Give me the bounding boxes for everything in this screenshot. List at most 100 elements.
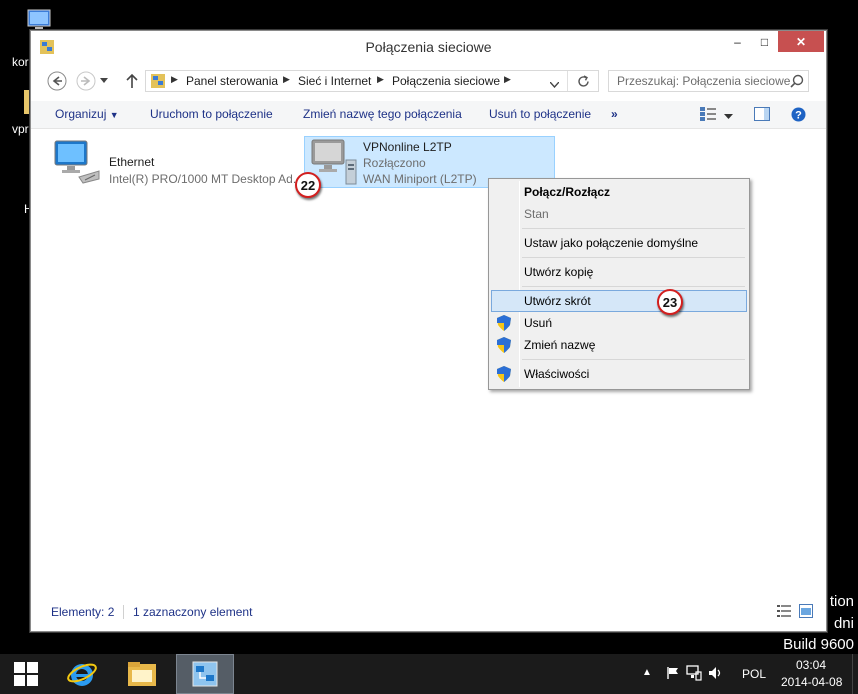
menu-label: Właściwości <box>524 367 590 381</box>
menu-item-status[interactable]: Stan <box>491 203 747 225</box>
view-dropdown-button[interactable] <box>724 109 733 123</box>
taskbar-file-explorer[interactable] <box>116 654 168 694</box>
up-button[interactable] <box>122 71 142 91</box>
menu-label: Zmień nazwę <box>524 338 596 352</box>
breadcrumb-separator-icon[interactable]: ▶ <box>171 74 178 85</box>
breadcrumb-network-internet[interactable]: Sieć i Internet <box>298 74 371 88</box>
taskbar-internet-explorer[interactable] <box>56 654 108 694</box>
menu-item-set-default[interactable]: Ustaw jako połączenie domyślne <box>491 232 747 254</box>
status-separator <box>123 605 124 619</box>
maximize-button[interactable]: □ <box>751 31 778 52</box>
taskbar-network-connections[interactable] <box>176 654 234 694</box>
search-icon[interactable] <box>790 74 804 91</box>
refresh-icon <box>578 74 589 87</box>
breadcrumb-network-connections[interactable]: Połączenia sieciowe <box>392 74 500 88</box>
desktop-label-2: vpr <box>12 122 29 136</box>
close-icon: ✕ <box>795 34 807 49</box>
taskbar: ▲ POL 03:04 2014-04-08 <box>0 654 858 694</box>
organize-button[interactable]: Organizuj ▼ <box>55 107 119 121</box>
internet-explorer-icon <box>67 663 97 686</box>
title-bar[interactable]: Połączenia sieciowe – □ ✕ <box>31 31 826 61</box>
menu-item-properties[interactable]: Właściwości <box>491 363 747 385</box>
watermark-line-1: tion <box>829 593 854 610</box>
connection-ethernet[interactable]: Ethernet Intel(R) PRO/1000 MT Desktop Ad… <box>45 135 303 189</box>
menu-separator <box>522 228 745 229</box>
address-history-dropdown[interactable] <box>549 77 560 91</box>
vpn-device: WAN Miniport (L2TP) <box>363 172 477 186</box>
menu-item-delete[interactable]: Usuń <box>491 312 747 334</box>
view-options-icon <box>700 107 716 121</box>
refresh-button[interactable] <box>567 71 599 91</box>
large-icons-view-button[interactable] <box>799 604 813 621</box>
clock-date[interactable]: 2014-04-08 <box>781 675 842 689</box>
watermark-build: Build 9600 <box>783 636 854 653</box>
start-connection-button[interactable]: Uruchom to połączenie <box>150 107 273 121</box>
menu-item-create-shortcut[interactable]: Utwórz skrót <box>491 290 747 312</box>
command-bar: Organizuj ▼ Uruchom to połączenie Zmień … <box>31 101 826 129</box>
step-badge-22: 22 <box>295 172 321 198</box>
ethernet-device: Intel(R) PRO/1000 MT Desktop Ad... <box>109 172 303 186</box>
breadcrumb-separator-icon[interactable]: ▶ <box>283 74 290 85</box>
breadcrumb-control-panel[interactable]: Panel sterowania <box>186 74 278 88</box>
svg-text:?: ? <box>795 110 802 122</box>
menu-separator <box>522 257 745 258</box>
menu-separator <box>522 359 745 360</box>
menu-item-create-copy[interactable]: Utwórz kopię <box>491 261 747 283</box>
network-tray-icon[interactable] <box>686 665 702 684</box>
clock-time[interactable]: 03:04 <box>796 658 826 672</box>
help-icon: ? <box>791 107 806 122</box>
chevron-down-icon <box>549 81 560 89</box>
menu-label: Połącz/Rozłącz <box>524 185 611 199</box>
more-commands-button[interactable]: » <box>611 107 618 121</box>
details-view-button[interactable] <box>777 604 791 621</box>
minimize-button[interactable]: – <box>724 31 751 52</box>
menu-label: Ustaw jako połączenie domyślne <box>524 236 699 250</box>
status-selected-count: 1 zaznaczony element <box>133 605 253 619</box>
uac-shield-icon <box>497 337 511 353</box>
address-bar[interactable]: ▶ Panel sterowania ▶ Sieć i Internet ▶ P… <box>145 70 599 92</box>
chevron-down-icon <box>724 114 733 119</box>
change-view-button[interactable] <box>700 107 716 124</box>
organize-label: Organizuj <box>55 107 107 121</box>
menu-label: Stan <box>524 207 549 221</box>
ethernet-adapter-icon <box>53 139 101 188</box>
preview-pane-icon <box>754 107 770 121</box>
uac-shield-icon <box>497 315 511 331</box>
search-placeholder: Przeszukaj: Połączenia sieciowe <box>617 74 791 88</box>
forward-button[interactable] <box>76 71 96 91</box>
start-button[interactable] <box>0 654 52 694</box>
show-desktop-button[interactable] <box>852 654 858 694</box>
close-button[interactable]: ✕ <box>778 31 824 52</box>
breadcrumb-separator-icon[interactable]: ▶ <box>504 74 511 85</box>
address-location-icon <box>150 73 166 92</box>
maximize-icon: □ <box>760 34 769 49</box>
vpn-status: Rozłączono <box>363 156 426 170</box>
large-icons-view-icon <box>799 604 813 618</box>
help-button[interactable]: ? <box>791 107 806 125</box>
recent-locations-button[interactable] <box>98 71 110 91</box>
menu-item-rename[interactable]: Zmień nazwę <box>491 334 747 356</box>
menu-item-connect-disconnect[interactable]: Połącz/Rozłącz <box>491 181 747 203</box>
action-center-flag-icon[interactable] <box>666 666 680 683</box>
search-box[interactable]: Przeszukaj: Połączenia sieciowe <box>608 70 809 92</box>
delete-connection-button[interactable]: Usuń to połączenie <box>489 107 591 121</box>
show-hidden-icons-button[interactable]: ▲ <box>642 667 652 678</box>
back-arrow-icon <box>47 71 67 91</box>
window-title: Połączenia sieciowe <box>365 39 492 55</box>
context-menu: Połącz/Rozłącz Stan Ustaw jako połączeni… <box>488 178 750 390</box>
preview-pane-button[interactable] <box>754 107 770 124</box>
watermark-line-2: dni <box>833 615 854 632</box>
minimize-icon: – <box>734 34 741 49</box>
menu-label: Utwórz skrót <box>524 294 591 308</box>
chevron-down-icon: ▼ <box>109 110 119 120</box>
menu-label: Utwórz kopię <box>524 265 594 279</box>
folder-icon <box>128 662 156 686</box>
volume-icon[interactable] <box>708 665 724 684</box>
menu-label: Usuń <box>524 316 553 330</box>
back-button[interactable] <box>47 71 67 91</box>
network-connections-icon <box>192 661 218 687</box>
breadcrumb-separator-icon[interactable]: ▶ <box>377 74 384 85</box>
input-language-indicator[interactable]: POL <box>742 667 766 681</box>
ethernet-name: Ethernet <box>109 155 155 169</box>
rename-connection-button[interactable]: Zmień nazwę tego połączenia <box>303 107 462 121</box>
